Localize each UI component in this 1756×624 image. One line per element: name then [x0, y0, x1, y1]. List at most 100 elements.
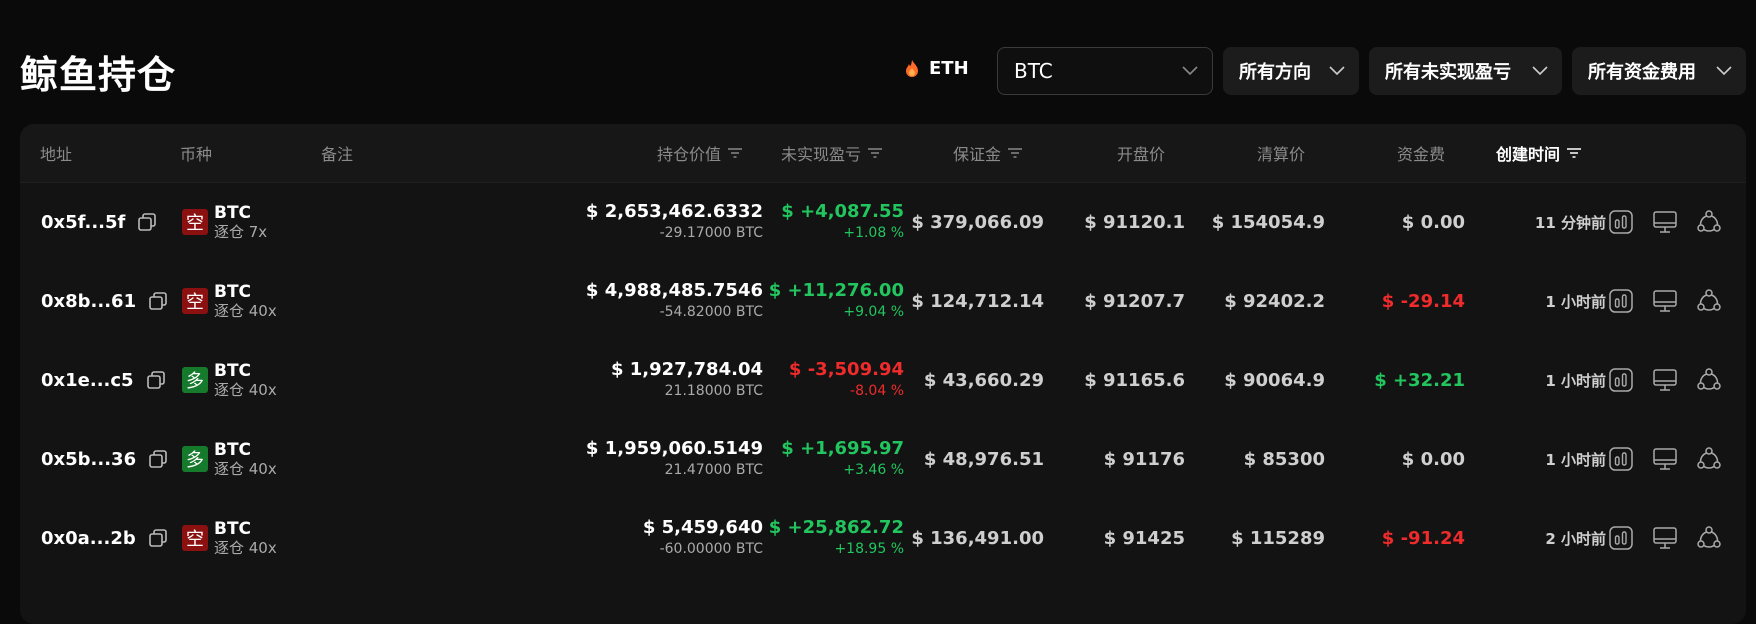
- address-cell: 0x0a...2b: [41, 494, 168, 582]
- share-icon[interactable]: [1696, 446, 1722, 472]
- address-cell: 0x8b...61: [41, 257, 168, 345]
- page-title: 鲸鱼持仓: [20, 53, 177, 97]
- upnl-cell: $ +11,276.00 +9.04 %: [720, 257, 904, 345]
- chart-icon[interactable]: [1608, 525, 1634, 551]
- funding-select-value: 所有资金费用: [1588, 62, 1696, 83]
- monitor-icon[interactable]: [1652, 446, 1678, 472]
- upnl-cell: $ -3,509.94 -8.04 %: [720, 336, 904, 424]
- created-cell: 1 小时前: [1440, 415, 1606, 503]
- created-time: 1 小时前: [1545, 371, 1606, 390]
- flame-icon: [906, 59, 918, 77]
- table-row[interactable]: 0x8b...61 空 BTC 逐仓 40x $ 4,988,485.7546 …: [20, 257, 1746, 345]
- coin-cell: 多 BTC 逐仓 40x: [182, 415, 277, 503]
- side-badge: 空: [182, 288, 208, 314]
- created-cell: 11 分钟前: [1440, 178, 1606, 266]
- created-cell: 2 小时前: [1440, 494, 1606, 582]
- eth-label: ETH: [929, 58, 969, 79]
- share-icon[interactable]: [1696, 288, 1722, 314]
- copy-icon[interactable]: [148, 449, 168, 469]
- table-row[interactable]: 0x5f...5f 空 BTC 逐仓 7x $ 2,653,462.6332 -…: [20, 178, 1746, 266]
- created-cell: 1 小时前: [1440, 336, 1606, 424]
- leverage-text: 逐仓 40x: [214, 381, 277, 399]
- table-row[interactable]: 0x5b...36 多 BTC 逐仓 40x $ 1,959,060.5149 …: [20, 415, 1746, 503]
- direction-select[interactable]: 所有方向: [1223, 47, 1359, 95]
- row-actions: [1608, 178, 1722, 266]
- chart-icon[interactable]: [1608, 209, 1634, 235]
- chevron-down-icon: [1532, 66, 1548, 76]
- address-text[interactable]: 0x5b...36: [41, 449, 136, 470]
- upnl-cell: $ +25,862.72 +18.95 %: [720, 494, 904, 582]
- copy-icon[interactable]: [148, 528, 168, 548]
- leverage-text: 逐仓 40x: [214, 539, 277, 557]
- address-text[interactable]: 0x0a...2b: [41, 528, 136, 549]
- sort-filter-icon: [1567, 148, 1582, 158]
- address-cell: 0x5f...5f: [41, 178, 157, 266]
- header-upnl[interactable]: 未实现盈亏: [720, 124, 883, 182]
- coin-name: BTC: [214, 203, 252, 223]
- coin-cell: 空 BTC 逐仓 40x: [182, 257, 277, 345]
- leverage-text: 逐仓 40x: [214, 302, 277, 320]
- address-text[interactable]: 0x8b...61: [41, 291, 136, 312]
- created-time: 1 小时前: [1545, 292, 1606, 311]
- coin-select-value: BTC: [1014, 59, 1053, 83]
- row-actions: [1608, 415, 1722, 503]
- created-cell: 1 小时前: [1440, 257, 1606, 345]
- address-cell: 0x1e...c5: [41, 336, 166, 424]
- chart-icon[interactable]: [1608, 367, 1634, 393]
- funding-select[interactable]: 所有资金费用: [1572, 47, 1746, 95]
- header-created-label: 创建时间: [1496, 145, 1561, 164]
- monitor-icon[interactable]: [1652, 288, 1678, 314]
- side-badge: 空: [182, 525, 208, 551]
- header-entry: 开盘价: [1116, 145, 1165, 164]
- direction-select-value: 所有方向: [1239, 62, 1311, 83]
- coin-cell: 多 BTC 逐仓 40x: [182, 336, 277, 424]
- header-note: 备注: [321, 145, 354, 164]
- chart-icon[interactable]: [1608, 288, 1634, 314]
- share-icon[interactable]: [1696, 367, 1722, 393]
- share-icon[interactable]: [1696, 525, 1722, 551]
- upnl-cell: $ +1,695.97 +3.46 %: [720, 415, 904, 503]
- address-text[interactable]: 0x5f...5f: [41, 212, 125, 233]
- created-time: 2 小时前: [1545, 529, 1606, 548]
- row-actions: [1608, 336, 1722, 424]
- side-badge: 多: [182, 446, 208, 472]
- header-created[interactable]: 创建时间: [1496, 124, 1582, 182]
- share-icon[interactable]: [1696, 209, 1722, 235]
- table-row[interactable]: 0x1e...c5 多 BTC 逐仓 40x $ 1,927,784.04 21…: [20, 336, 1746, 424]
- coin-select[interactable]: BTC: [997, 47, 1213, 95]
- table-header: 地址 币种 备注 持仓价值 未实现盈亏 保证金 开盘价 清算价 资金费 创建时间: [20, 124, 1746, 183]
- header-upnl-label: 未实现盈亏: [780, 145, 861, 164]
- address-cell: 0x5b...36: [41, 415, 168, 503]
- row-actions: [1608, 257, 1722, 345]
- header-funding: 资金费: [1396, 145, 1445, 164]
- coin-cell: 空 BTC 逐仓 7x: [182, 178, 267, 266]
- copy-icon[interactable]: [137, 212, 157, 232]
- header-value-label: 持仓价值: [656, 145, 721, 164]
- side-badge: 空: [182, 209, 208, 235]
- chart-icon[interactable]: [1608, 446, 1634, 472]
- monitor-icon[interactable]: [1652, 525, 1678, 551]
- monitor-icon[interactable]: [1652, 367, 1678, 393]
- created-time: 1 小时前: [1545, 450, 1606, 469]
- leverage-text: 逐仓 7x: [214, 223, 268, 241]
- monitor-icon[interactable]: [1652, 209, 1678, 235]
- positions-table: 地址 币种 备注 持仓价值 未实现盈亏 保证金 开盘价 清算价 资金费 创建时间…: [20, 124, 1746, 624]
- eth-toggle[interactable]: ETH: [903, 58, 969, 79]
- chevron-down-icon: [1329, 66, 1345, 76]
- header-coin: 币种: [180, 145, 213, 164]
- table-row[interactable]: 0x0a...2b 空 BTC 逐仓 40x $ 5,459,640 -60.0…: [20, 494, 1746, 582]
- header-value[interactable]: 持仓价值: [580, 124, 743, 182]
- chevron-down-icon: [1716, 66, 1732, 76]
- header-liq: 清算价: [1256, 145, 1305, 164]
- header-margin[interactable]: 保证金: [860, 124, 1023, 182]
- coin-name: BTC: [214, 519, 252, 539]
- pnl-select-value: 所有未实现盈亏: [1385, 62, 1511, 83]
- copy-icon[interactable]: [146, 370, 166, 390]
- header-margin-label: 保证金: [952, 145, 1001, 164]
- coin-name: BTC: [214, 282, 252, 302]
- coin-name: BTC: [214, 440, 252, 460]
- address-text[interactable]: 0x1e...c5: [41, 370, 134, 391]
- copy-icon[interactable]: [148, 291, 168, 311]
- pnl-select[interactable]: 所有未实现盈亏: [1369, 47, 1562, 95]
- coin-name: BTC: [214, 361, 252, 381]
